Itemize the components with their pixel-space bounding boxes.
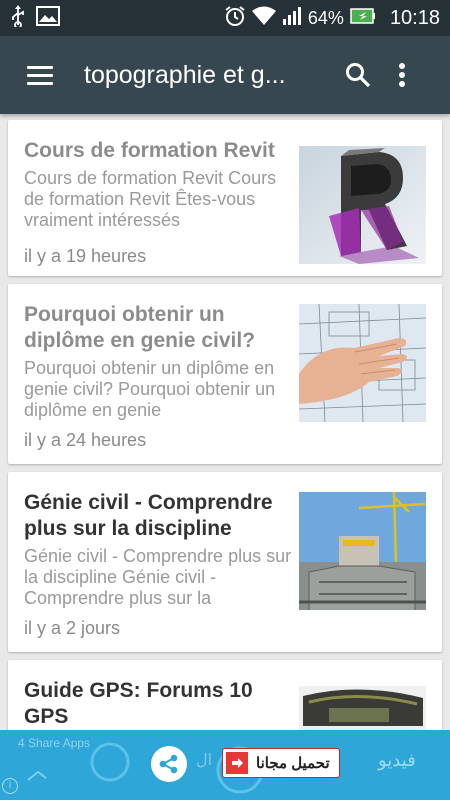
- free-download-label: تحميل مجانا: [256, 755, 330, 772]
- page-title: topographie et g...: [84, 60, 286, 89]
- ad-mid-text: ال: [196, 752, 213, 769]
- article-time: il y a 24 heures: [24, 430, 147, 450]
- article-title: Pourquoi obtenir un diplôme en genie civ…: [24, 303, 256, 352]
- ad-info-icon[interactable]: i: [2, 778, 18, 794]
- article-snippet: Génie civil - Comprendre plus sur la dis…: [24, 546, 292, 608]
- signal-icon: [282, 6, 302, 31]
- article-card[interactable]: Génie civil - Comprendre plus sur la dis…: [8, 472, 442, 652]
- battery-icon: [350, 7, 376, 30]
- article-time: il y a 19 heures: [24, 246, 147, 266]
- article-thumbnail-construction-site: [299, 492, 426, 610]
- article-time: il y a 2 jours: [24, 618, 121, 638]
- image-icon: [36, 5, 60, 31]
- arrow-right-icon: [226, 752, 248, 774]
- article-thumbnail-revit-logo: [299, 146, 426, 264]
- article-title: Cours de formation Revit: [24, 139, 275, 162]
- app-toolbar: topographie et g...: [0, 36, 450, 114]
- battery-percent: 64%: [307, 7, 344, 28]
- ad-video-text: فيديو: [378, 750, 416, 770]
- share-icon[interactable]: [151, 746, 187, 782]
- article-card[interactable]: Pourquoi obtenir un diplôme en genie civ…: [8, 284, 442, 464]
- article-card[interactable]: Guide GPS: Forums 10 GPS: [8, 660, 442, 730]
- article-snippet: Cours de formation Revit Cours de format…: [24, 168, 277, 230]
- alarm-icon: [224, 5, 246, 32]
- article-thumbnail-blueprint: [299, 304, 426, 422]
- article-feed: Cours de formation Revit Cours de format…: [0, 114, 450, 730]
- article-snippet: Pourquoi obtenir un diplôme en genie civ…: [24, 358, 276, 420]
- search-icon[interactable]: [336, 53, 380, 97]
- usb-icon: [10, 4, 26, 32]
- wifi-icon: [251, 6, 276, 31]
- article-card[interactable]: Cours de formation Revit Cours de format…: [8, 120, 442, 276]
- article-thumbnail-gps-device: [299, 686, 426, 730]
- menu-icon[interactable]: [12, 47, 68, 103]
- article-title: Génie civil - Comprendre plus sur la dis…: [24, 491, 273, 540]
- status-bar: 64% 10:18: [0, 0, 450, 36]
- clock: 10:18: [389, 6, 440, 29]
- more-options-icon[interactable]: [380, 53, 424, 97]
- article-title: Guide GPS: Forums 10 GPS: [24, 679, 253, 728]
- free-download-button[interactable]: تحميل مجانا: [222, 748, 340, 778]
